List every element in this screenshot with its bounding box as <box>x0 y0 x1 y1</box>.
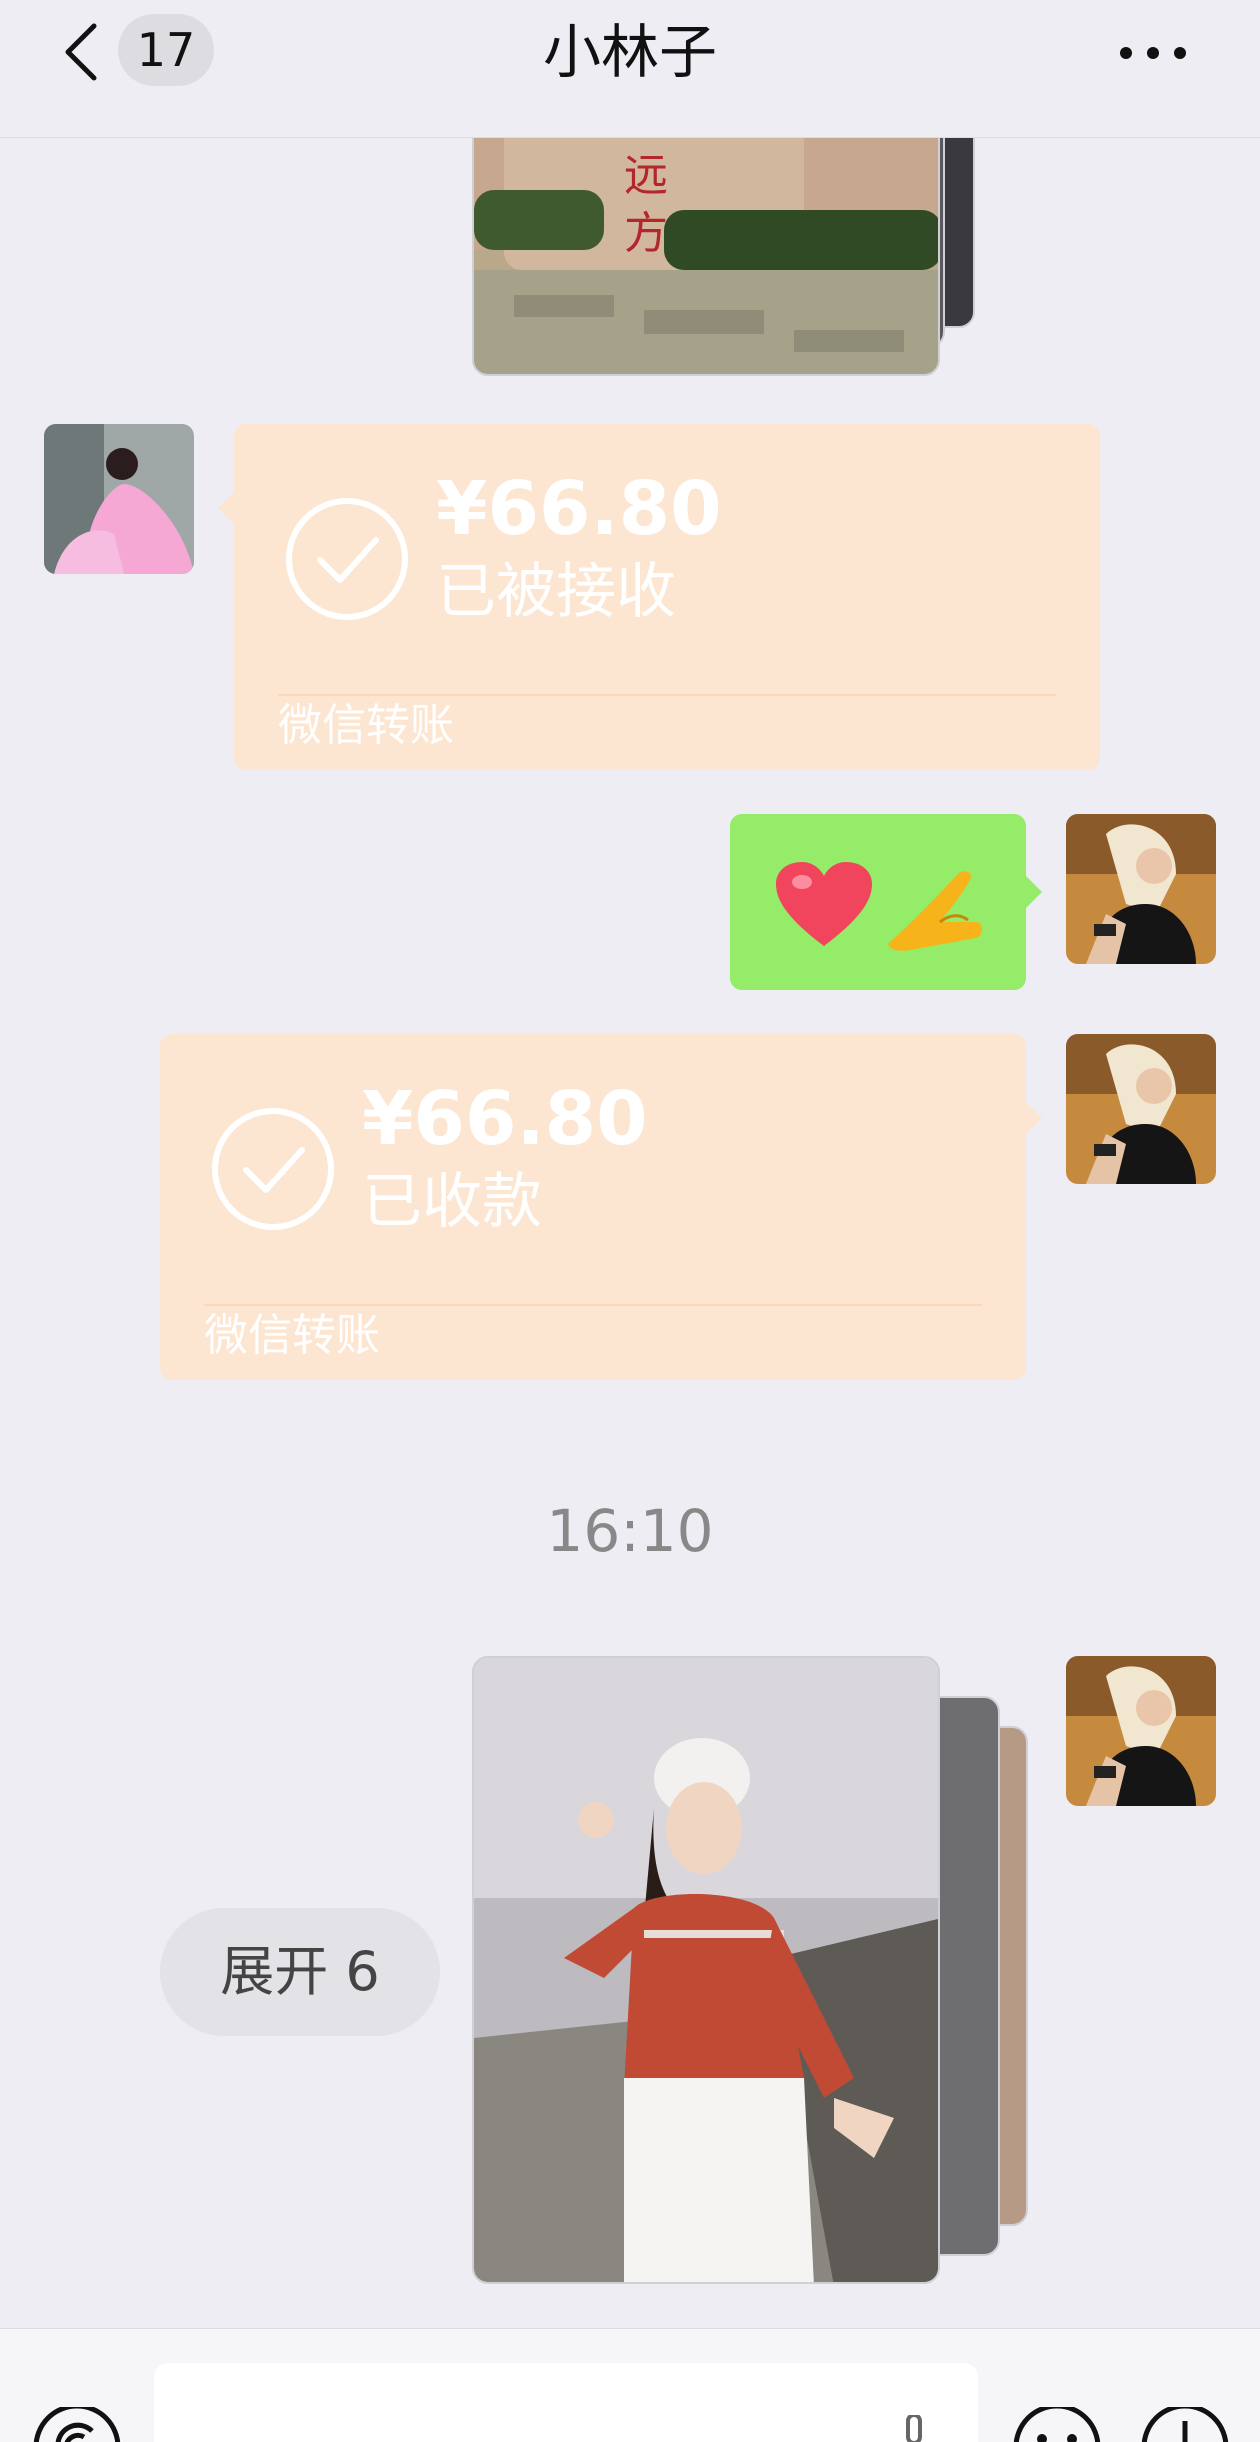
woman-photo-graphic <box>474 1658 938 2282</box>
stone-photo-graphic: 远 方 <box>474 138 938 374</box>
check-circle-icon <box>286 498 408 620</box>
sent-emoji-bubble[interactable] <box>730 814 1042 990</box>
my-avatar-graphic <box>1066 1656 1216 1806</box>
my-avatar[interactable] <box>1066 1034 1216 1184</box>
transfer-divider <box>278 694 1056 696</box>
back-icon[interactable] <box>60 22 106 82</box>
my-avatar[interactable] <box>1066 1656 1216 1806</box>
expand-stack-button[interactable]: 展开 6 <box>160 1908 440 2036</box>
add-icon[interactable] <box>1140 2407 1230 2442</box>
image-stack-top[interactable]: 远 方 <box>470 138 1010 378</box>
heart-icon <box>776 862 872 946</box>
my-avatar-graphic <box>1066 814 1216 964</box>
image-stack-bottom[interactable] <box>470 1656 1030 2286</box>
chat-header: 17 小林子 <box>0 0 1260 138</box>
transfer-footer: 微信转账 <box>278 700 454 751</box>
transfer-status: 已被接收 <box>436 557 676 627</box>
image-photo-woman[interactable] <box>472 1656 940 2284</box>
transfer-divider <box>204 1304 982 1306</box>
more-icon[interactable] <box>1118 44 1188 62</box>
svg-text:远: 远 <box>624 150 668 201</box>
sent-transfer-bubble[interactable]: ¥66.80 已收款 微信转账 <box>160 1034 1042 1380</box>
bubble-tail <box>1026 876 1042 908</box>
image-photo-stone[interactable]: 远 方 <box>472 138 940 376</box>
contact-avatar[interactable] <box>44 424 194 574</box>
message-input[interactable] <box>154 2363 978 2442</box>
input-bar <box>0 2328 1260 2442</box>
voice-icon[interactable] <box>32 2407 122 2442</box>
pinched-fingers-icon <box>888 871 982 951</box>
message-timestamp: 16:10 <box>546 1497 714 1565</box>
voice-to-text-icon[interactable] <box>902 2415 926 2442</box>
bubble-tail <box>218 492 234 524</box>
chat-area[interactable]: 远 方 ¥66.80 已被接收 微信转账 ¥66.80 已收款 微信转账 16:… <box>0 138 1260 2328</box>
transfer-footer: 微信转账 <box>204 1310 380 1361</box>
my-avatar[interactable] <box>1066 814 1216 964</box>
unread-count-badge[interactable]: 17 <box>118 14 214 86</box>
transfer-status: 已收款 <box>362 1167 542 1237</box>
transfer-amount: ¥66.80 <box>436 466 722 552</box>
my-avatar-graphic <box>1066 1034 1216 1184</box>
chat-title: 小林子 <box>542 18 717 86</box>
bubble-tail <box>1026 1102 1042 1134</box>
received-transfer-bubble[interactable]: ¥66.80 已被接收 微信转账 <box>218 424 1100 770</box>
check-circle-icon <box>212 1108 334 1230</box>
transfer-amount: ¥66.80 <box>362 1076 648 1162</box>
emoji-icon[interactable] <box>1012 2407 1102 2442</box>
contact-avatar-graphic <box>44 424 194 574</box>
svg-text:方: 方 <box>624 208 668 259</box>
